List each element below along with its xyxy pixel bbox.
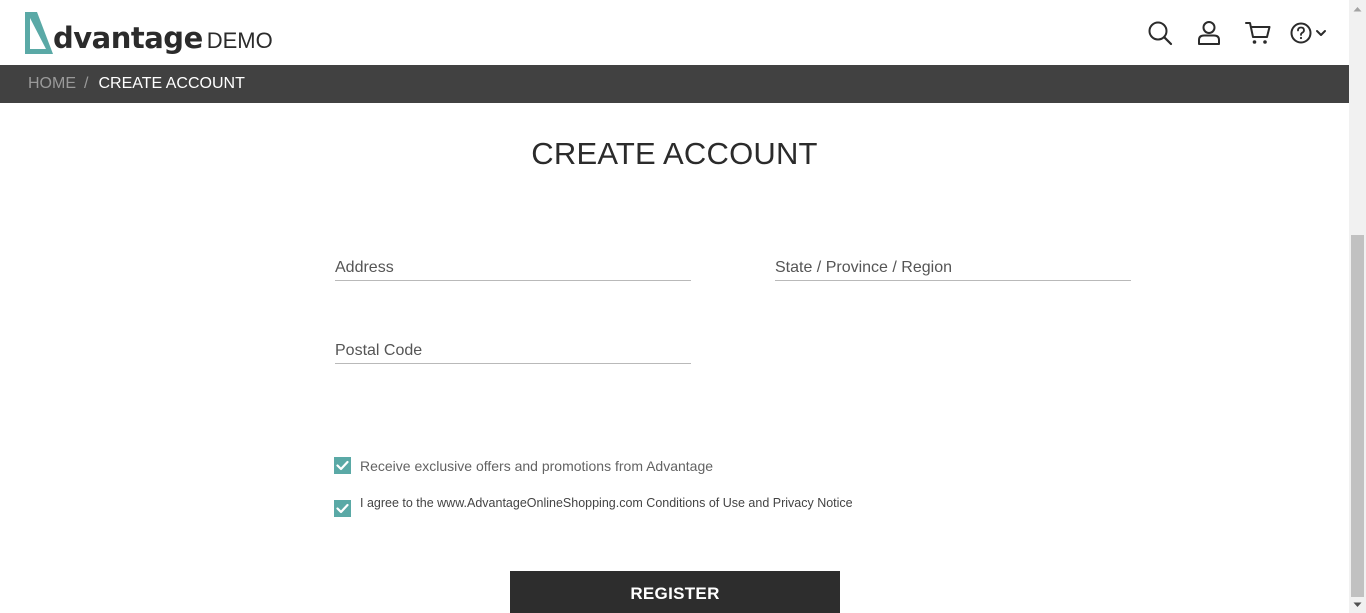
state-province-region-input[interactable]	[775, 245, 1131, 280]
checkmark-icon	[336, 503, 349, 514]
user-icon[interactable]	[1194, 18, 1224, 48]
breadcrumb-home-link[interactable]: HOME	[28, 75, 76, 93]
help-menu[interactable]	[1290, 22, 1327, 44]
help-icon	[1290, 22, 1312, 44]
search-icon[interactable]	[1145, 18, 1175, 48]
page-title: CREATE ACCOUNT	[531, 136, 818, 171]
logo[interactable]: dvantage DEMO	[22, 8, 273, 56]
logo-wordmark: dvantage	[53, 21, 203, 55]
checkmark-icon	[336, 460, 349, 471]
scrollbar-thumb[interactable]	[1351, 235, 1364, 597]
site-header: dvantage DEMO	[0, 0, 1349, 65]
address-input[interactable]	[335, 245, 691, 280]
scroll-down-arrow-icon[interactable]	[1349, 596, 1366, 613]
agree-checkbox-row: I agree to the www.AdvantageOnlineShoppi…	[334, 494, 853, 517]
scroll-up-arrow-icon[interactable]	[1349, 0, 1366, 17]
address-field-container	[335, 245, 691, 281]
breadcrumb: HOME / CREATE ACCOUNT	[0, 65, 1349, 103]
breadcrumb-current: CREATE ACCOUNT	[98, 75, 245, 92]
logo-a-icon	[25, 12, 53, 54]
vertical-scrollbar[interactable]	[1349, 0, 1366, 613]
postal-code-field-container	[335, 328, 691, 364]
offers-checkbox-row: Receive exclusive offers and promotions …	[334, 457, 713, 474]
postal-code-input[interactable]	[335, 328, 691, 363]
offers-checkbox[interactable]	[334, 457, 351, 474]
logo-demo-label: DEMO	[206, 28, 273, 53]
agree-checkbox-label: I agree to the www.AdvantageOnlineShoppi…	[360, 495, 853, 510]
offers-checkbox-label: Receive exclusive offers and promotions …	[360, 457, 714, 474]
page: dvantage DEMO HOME / CREATE ACCOUNT CREA…	[0, 0, 1349, 613]
register-button[interactable]: REGISTER	[510, 571, 840, 613]
chevron-down-icon	[1316, 30, 1326, 36]
breadcrumb-separator: /	[84, 75, 89, 92]
state-field-container	[775, 245, 1131, 281]
cart-icon[interactable]	[1243, 18, 1273, 48]
header-actions	[1126, 18, 1327, 48]
agree-checkbox[interactable]	[334, 500, 351, 517]
